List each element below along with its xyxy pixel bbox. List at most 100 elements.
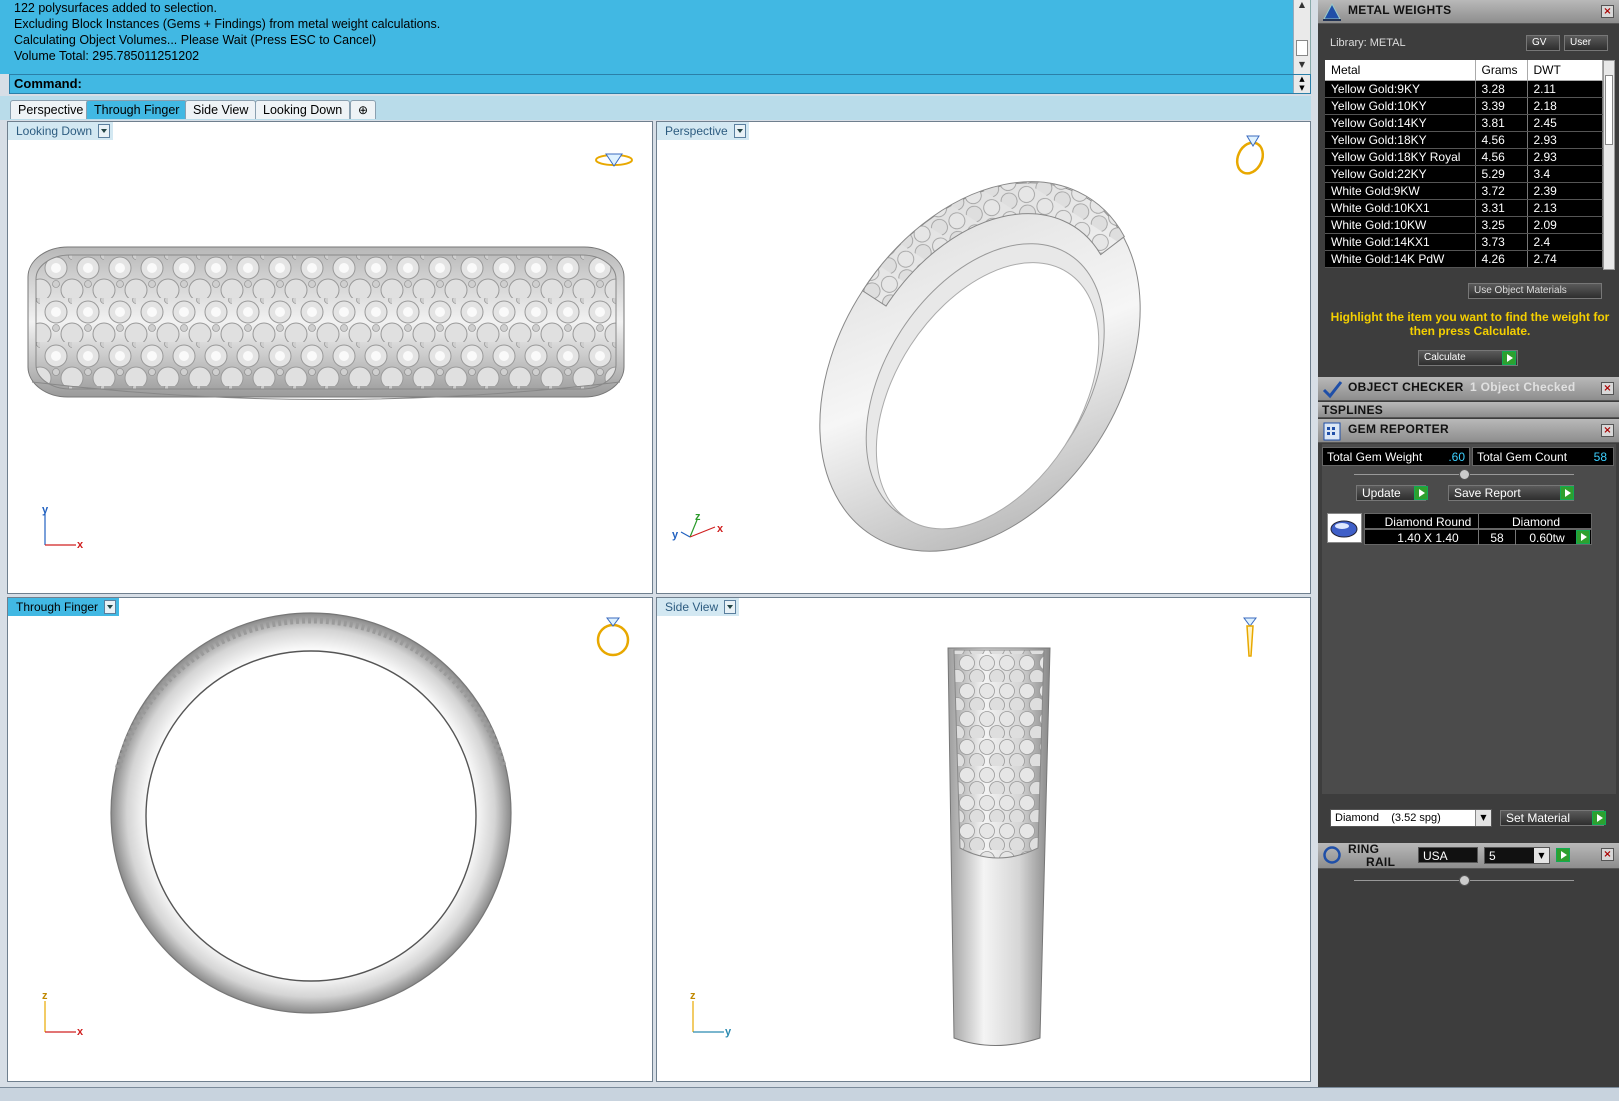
metal-name: Yellow Gold:18KY Royal xyxy=(1325,148,1476,166)
viewport-through-finger[interactable]: Through Finger z x xyxy=(7,597,653,1082)
close-icon[interactable]: × xyxy=(1601,382,1614,395)
metal-row[interactable]: White Gold:10KX1 3.31 2.13 xyxy=(1325,199,1603,217)
save-report-label: Save Report xyxy=(1454,486,1521,500)
panel-title: TSPLINES xyxy=(1322,403,1384,417)
metal-dwt: 2.09 xyxy=(1527,216,1603,234)
axis-z-label: z xyxy=(690,990,696,1002)
total-gem-weight-label: Total Gem Weight xyxy=(1327,450,1423,464)
total-gem-count-label: Total Gem Count xyxy=(1477,450,1568,464)
history-scrollbar[interactable]: ▲ ▼ xyxy=(1293,0,1310,74)
close-icon[interactable]: × xyxy=(1601,848,1614,861)
total-gem-count-value: 58 xyxy=(1593,450,1607,464)
viewport-side-view[interactable]: Side View z y xyxy=(656,597,1311,1082)
panel-title: GEM REPORTER xyxy=(1348,422,1449,436)
scroll-up-icon[interactable]: ▲ xyxy=(1294,0,1310,9)
use-object-materials-label: Use Object Materials xyxy=(1474,285,1567,296)
metal-grams: 3.81 xyxy=(1475,114,1528,132)
gv-toggle[interactable]: GV xyxy=(1526,35,1560,51)
metal-table-scrollbar[interactable] xyxy=(1603,60,1615,270)
gv-label: GV xyxy=(1532,37,1547,48)
tsplines-header[interactable]: TSPLINES xyxy=(1318,402,1619,418)
tab-looking-down[interactable]: Looking Down xyxy=(255,100,351,119)
viewport-looking-down[interactable]: Looking Down y x xyxy=(7,121,653,594)
gem-count: 58 xyxy=(1490,531,1504,545)
metal-name: White Gold:9KW xyxy=(1325,182,1476,200)
metal-grams: 5.29 xyxy=(1475,165,1528,183)
play-icon[interactable] xyxy=(1556,848,1570,862)
axis-x-label: x xyxy=(77,539,84,551)
save-report-button[interactable]: Save Report xyxy=(1448,485,1574,501)
object-checked-status: 1 Object Checked xyxy=(1470,380,1576,394)
metal-row[interactable]: Yellow Gold:9KY 3.28 2.11 xyxy=(1325,80,1603,98)
user-toggle[interactable]: User xyxy=(1564,35,1608,51)
play-icon[interactable] xyxy=(1576,530,1590,544)
chevron-down-icon[interactable]: ▼ xyxy=(1534,848,1549,863)
diamond-round-icon xyxy=(1327,513,1362,543)
history-line: 122 polysurfaces added to selection. xyxy=(14,1,217,15)
total-gem-weight: Total Gem Weight .60 xyxy=(1322,447,1470,466)
play-icon[interactable] xyxy=(1502,351,1516,365)
metal-weights-header[interactable]: METAL WEIGHTS × xyxy=(1318,0,1619,24)
ring-size-select[interactable]: 5 ▼ xyxy=(1484,847,1550,864)
command-scroll[interactable]: ▲ ▼ xyxy=(1293,75,1310,93)
use-object-materials-button[interactable]: Use Object Materials xyxy=(1468,283,1602,299)
metal-row[interactable]: White Gold:9KW 3.72 2.39 xyxy=(1325,182,1603,200)
metal-row[interactable]: Yellow Gold:18KY Royal 4.56 2.93 xyxy=(1325,148,1603,166)
metal-dwt: 2.93 xyxy=(1527,131,1603,149)
chevron-down-icon[interactable]: ▼ xyxy=(1475,810,1491,826)
metal-row[interactable]: Yellow Gold:18KY 4.56 2.93 xyxy=(1325,131,1603,149)
region-value: USA xyxy=(1423,849,1448,863)
update-label: Update xyxy=(1362,486,1401,500)
play-icon[interactable] xyxy=(1560,486,1574,500)
play-icon[interactable] xyxy=(1414,486,1428,500)
metal-row[interactable]: Yellow Gold:10KY 3.39 2.18 xyxy=(1325,97,1603,115)
metal-name: White Gold:10KX1 xyxy=(1325,199,1476,217)
metal-grams: 3.39 xyxy=(1475,97,1528,115)
metal-name: Yellow Gold:22KY xyxy=(1325,165,1476,183)
set-material-button[interactable]: Set Material xyxy=(1500,810,1604,826)
set-material-label: Set Material xyxy=(1506,811,1571,825)
metal-dwt: 2.13 xyxy=(1527,199,1603,217)
scroll-down-icon[interactable]: ▼ xyxy=(1294,60,1310,69)
axis-y-label: y xyxy=(672,529,679,541)
axis-x-label: x xyxy=(717,523,724,535)
viewport-tab-bar: Perspective Through Finger Side View Loo… xyxy=(0,96,1311,120)
ring-rail-header[interactable]: RING RAIL USA 5 ▼ × xyxy=(1318,843,1619,869)
metal-row[interactable]: White Gold:14KX1 3.73 2.4 xyxy=(1325,233,1603,251)
tab-side-view[interactable]: Side View xyxy=(185,100,257,119)
metal-name: Yellow Gold:14KY xyxy=(1325,114,1476,132)
close-icon[interactable]: × xyxy=(1601,5,1614,18)
axis-z-label: z xyxy=(42,990,48,1002)
column-header[interactable]: DWT xyxy=(1527,60,1603,81)
metal-grams: 3.73 xyxy=(1475,233,1528,251)
history-line: Calculating Object Volumes... Please Wai… xyxy=(14,33,377,47)
add-tab-icon[interactable]: ⊕ xyxy=(350,100,376,119)
metal-row[interactable]: Yellow Gold:14KY 3.81 2.45 xyxy=(1325,114,1603,132)
axis-y-label: y xyxy=(725,1026,732,1038)
splitter-handle-icon[interactable] xyxy=(1459,875,1470,886)
object-checker-header[interactable]: OBJECT CHECKER 1 Object Checked × xyxy=(1318,377,1619,401)
material-select[interactable]: Diamond (3.52 spg) ▼ xyxy=(1330,809,1492,827)
column-header[interactable]: Metal xyxy=(1325,60,1476,81)
column-header[interactable]: Grams xyxy=(1475,60,1528,81)
ring-size-region[interactable]: USA xyxy=(1418,847,1478,863)
metal-row[interactable]: Yellow Gold:22KY 5.29 3.4 xyxy=(1325,165,1603,183)
splitter-handle-icon[interactable] xyxy=(1459,469,1470,480)
gem-reporter-header[interactable]: GEM REPORTER × xyxy=(1318,419,1619,443)
gem-row-header: Diamond Round Diamond xyxy=(1364,513,1592,529)
play-icon[interactable] xyxy=(1592,811,1606,825)
metal-row[interactable]: White Gold:14K PdW 4.26 2.74 xyxy=(1325,250,1603,268)
metal-weights-table: Metal Grams DWT Yellow Gold:9KY 3.28 2.11 Y… xyxy=(1325,60,1603,268)
command-line[interactable]: Command: ▲ ▼ xyxy=(9,74,1311,94)
viewport-perspective[interactable]: Perspective y z x xyxy=(656,121,1311,594)
close-icon[interactable]: × xyxy=(1601,424,1614,437)
scroll-thumb[interactable] xyxy=(1296,40,1308,56)
ring-rail-title-2: RAIL xyxy=(1366,855,1396,869)
total-gem-weight-value: .60 xyxy=(1448,450,1465,464)
metal-dwt: 2.39 xyxy=(1527,182,1603,200)
library-label: Library: METAL xyxy=(1330,37,1406,49)
metal-row[interactable]: White Gold:10KW 3.25 2.09 xyxy=(1325,216,1603,234)
tab-perspective[interactable]: Perspective xyxy=(10,100,92,119)
gem-row[interactable]: 1.40 X 1.40 58 0.60tw xyxy=(1364,529,1592,545)
tab-through-finger[interactable]: Through Finger xyxy=(86,100,188,119)
